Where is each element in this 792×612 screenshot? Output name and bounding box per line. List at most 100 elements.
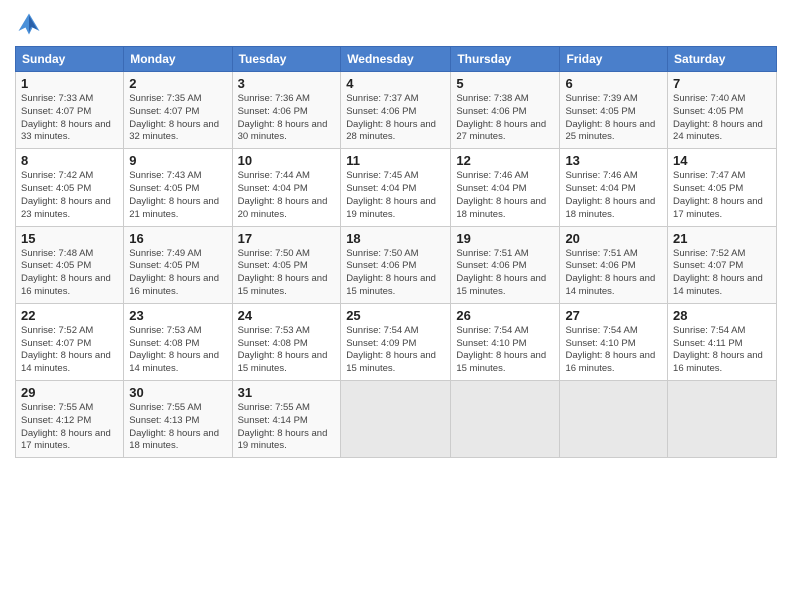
day-number: 30 [129,385,226,400]
day-number: 28 [673,308,771,323]
weekday-wednesday: Wednesday [341,47,451,72]
day-number: 27 [565,308,662,323]
weekday-monday: Monday [124,47,232,72]
day-number: 19 [456,231,554,246]
day-info: Sunrise: 7:40 AMSunset: 4:05 PMDaylight:… [673,93,771,144]
day-info: Sunrise: 7:46 AMSunset: 4:04 PMDaylight:… [456,170,554,221]
calendar-cell: 24 Sunrise: 7:53 AMSunset: 4:08 PMDaylig… [232,303,341,380]
day-number: 20 [565,231,662,246]
day-number: 21 [673,231,771,246]
day-number: 17 [238,231,336,246]
day-number: 5 [456,76,554,91]
day-number: 13 [565,153,662,168]
calendar-cell: 4 Sunrise: 7:37 AMSunset: 4:06 PMDayligh… [341,72,451,149]
day-number: 18 [346,231,445,246]
calendar-cell: 9 Sunrise: 7:43 AMSunset: 4:05 PMDayligh… [124,149,232,226]
weekday-tuesday: Tuesday [232,47,341,72]
day-info: Sunrise: 7:51 AMSunset: 4:06 PMDaylight:… [456,248,554,299]
calendar-cell: 19 Sunrise: 7:51 AMSunset: 4:06 PMDaylig… [451,226,560,303]
day-number: 3 [238,76,336,91]
day-info: Sunrise: 7:55 AMSunset: 4:12 PMDaylight:… [21,402,118,453]
calendar-week-2: 8 Sunrise: 7:42 AMSunset: 4:05 PMDayligh… [16,149,777,226]
weekday-friday: Friday [560,47,668,72]
calendar-cell: 18 Sunrise: 7:50 AMSunset: 4:06 PMDaylig… [341,226,451,303]
day-number: 10 [238,153,336,168]
calendar-cell: 31 Sunrise: 7:55 AMSunset: 4:14 PMDaylig… [232,381,341,458]
calendar-cell [560,381,668,458]
weekday-header-row: SundayMondayTuesdayWednesdayThursdayFrid… [16,47,777,72]
day-number: 8 [21,153,118,168]
day-info: Sunrise: 7:39 AMSunset: 4:05 PMDaylight:… [565,93,662,144]
day-number: 7 [673,76,771,91]
calendar-cell: 17 Sunrise: 7:50 AMSunset: 4:05 PMDaylig… [232,226,341,303]
calendar-cell: 3 Sunrise: 7:36 AMSunset: 4:06 PMDayligh… [232,72,341,149]
calendar-week-1: 1 Sunrise: 7:33 AMSunset: 4:07 PMDayligh… [16,72,777,149]
calendar-week-3: 15 Sunrise: 7:48 AMSunset: 4:05 PMDaylig… [16,226,777,303]
day-number: 23 [129,308,226,323]
calendar-cell: 25 Sunrise: 7:54 AMSunset: 4:09 PMDaylig… [341,303,451,380]
calendar-cell: 11 Sunrise: 7:45 AMSunset: 4:04 PMDaylig… [341,149,451,226]
calendar-week-5: 29 Sunrise: 7:55 AMSunset: 4:12 PMDaylig… [16,381,777,458]
day-info: Sunrise: 7:49 AMSunset: 4:05 PMDaylight:… [129,248,226,299]
calendar-cell: 7 Sunrise: 7:40 AMSunset: 4:05 PMDayligh… [668,72,777,149]
day-info: Sunrise: 7:53 AMSunset: 4:08 PMDaylight:… [238,325,336,376]
day-number: 14 [673,153,771,168]
day-number: 25 [346,308,445,323]
day-number: 22 [21,308,118,323]
day-number: 15 [21,231,118,246]
day-info: Sunrise: 7:47 AMSunset: 4:05 PMDaylight:… [673,170,771,221]
day-info: Sunrise: 7:52 AMSunset: 4:07 PMDaylight:… [21,325,118,376]
calendar-cell: 23 Sunrise: 7:53 AMSunset: 4:08 PMDaylig… [124,303,232,380]
calendar-cell: 12 Sunrise: 7:46 AMSunset: 4:04 PMDaylig… [451,149,560,226]
day-info: Sunrise: 7:52 AMSunset: 4:07 PMDaylight:… [673,248,771,299]
page-container: SundayMondayTuesdayWednesdayThursdayFrid… [0,0,792,468]
calendar-cell: 2 Sunrise: 7:35 AMSunset: 4:07 PMDayligh… [124,72,232,149]
calendar-cell: 20 Sunrise: 7:51 AMSunset: 4:06 PMDaylig… [560,226,668,303]
calendar-cell: 1 Sunrise: 7:33 AMSunset: 4:07 PMDayligh… [16,72,124,149]
calendar-cell: 5 Sunrise: 7:38 AMSunset: 4:06 PMDayligh… [451,72,560,149]
day-info: Sunrise: 7:54 AMSunset: 4:11 PMDaylight:… [673,325,771,376]
calendar-cell: 28 Sunrise: 7:54 AMSunset: 4:11 PMDaylig… [668,303,777,380]
calendar-cell: 8 Sunrise: 7:42 AMSunset: 4:05 PMDayligh… [16,149,124,226]
day-info: Sunrise: 7:55 AMSunset: 4:14 PMDaylight:… [238,402,336,453]
day-info: Sunrise: 7:36 AMSunset: 4:06 PMDaylight:… [238,93,336,144]
day-info: Sunrise: 7:54 AMSunset: 4:10 PMDaylight:… [456,325,554,376]
calendar-cell: 29 Sunrise: 7:55 AMSunset: 4:12 PMDaylig… [16,381,124,458]
day-info: Sunrise: 7:54 AMSunset: 4:10 PMDaylight:… [565,325,662,376]
day-info: Sunrise: 7:35 AMSunset: 4:07 PMDaylight:… [129,93,226,144]
day-number: 9 [129,153,226,168]
calendar-cell: 26 Sunrise: 7:54 AMSunset: 4:10 PMDaylig… [451,303,560,380]
day-info: Sunrise: 7:53 AMSunset: 4:08 PMDaylight:… [129,325,226,376]
day-number: 4 [346,76,445,91]
day-info: Sunrise: 7:50 AMSunset: 4:05 PMDaylight:… [238,248,336,299]
day-info: Sunrise: 7:55 AMSunset: 4:13 PMDaylight:… [129,402,226,453]
day-info: Sunrise: 7:44 AMSunset: 4:04 PMDaylight:… [238,170,336,221]
calendar-cell: 10 Sunrise: 7:44 AMSunset: 4:04 PMDaylig… [232,149,341,226]
day-info: Sunrise: 7:38 AMSunset: 4:06 PMDaylight:… [456,93,554,144]
day-info: Sunrise: 7:43 AMSunset: 4:05 PMDaylight:… [129,170,226,221]
calendar-cell: 16 Sunrise: 7:49 AMSunset: 4:05 PMDaylig… [124,226,232,303]
day-number: 2 [129,76,226,91]
day-number: 11 [346,153,445,168]
calendar-cell [451,381,560,458]
calendar-cell: 15 Sunrise: 7:48 AMSunset: 4:05 PMDaylig… [16,226,124,303]
day-info: Sunrise: 7:54 AMSunset: 4:09 PMDaylight:… [346,325,445,376]
weekday-thursday: Thursday [451,47,560,72]
calendar-cell: 30 Sunrise: 7:55 AMSunset: 4:13 PMDaylig… [124,381,232,458]
weekday-saturday: Saturday [668,47,777,72]
weekday-sunday: Sunday [16,47,124,72]
day-number: 24 [238,308,336,323]
calendar-cell [668,381,777,458]
day-number: 16 [129,231,226,246]
day-info: Sunrise: 7:51 AMSunset: 4:06 PMDaylight:… [565,248,662,299]
day-number: 6 [565,76,662,91]
day-info: Sunrise: 7:46 AMSunset: 4:04 PMDaylight:… [565,170,662,221]
logo-icon [15,10,43,38]
calendar-cell: 14 Sunrise: 7:47 AMSunset: 4:05 PMDaylig… [668,149,777,226]
day-number: 26 [456,308,554,323]
logo [15,10,47,38]
day-info: Sunrise: 7:45 AMSunset: 4:04 PMDaylight:… [346,170,445,221]
calendar-week-4: 22 Sunrise: 7:52 AMSunset: 4:07 PMDaylig… [16,303,777,380]
calendar-cell [341,381,451,458]
calendar-cell: 22 Sunrise: 7:52 AMSunset: 4:07 PMDaylig… [16,303,124,380]
